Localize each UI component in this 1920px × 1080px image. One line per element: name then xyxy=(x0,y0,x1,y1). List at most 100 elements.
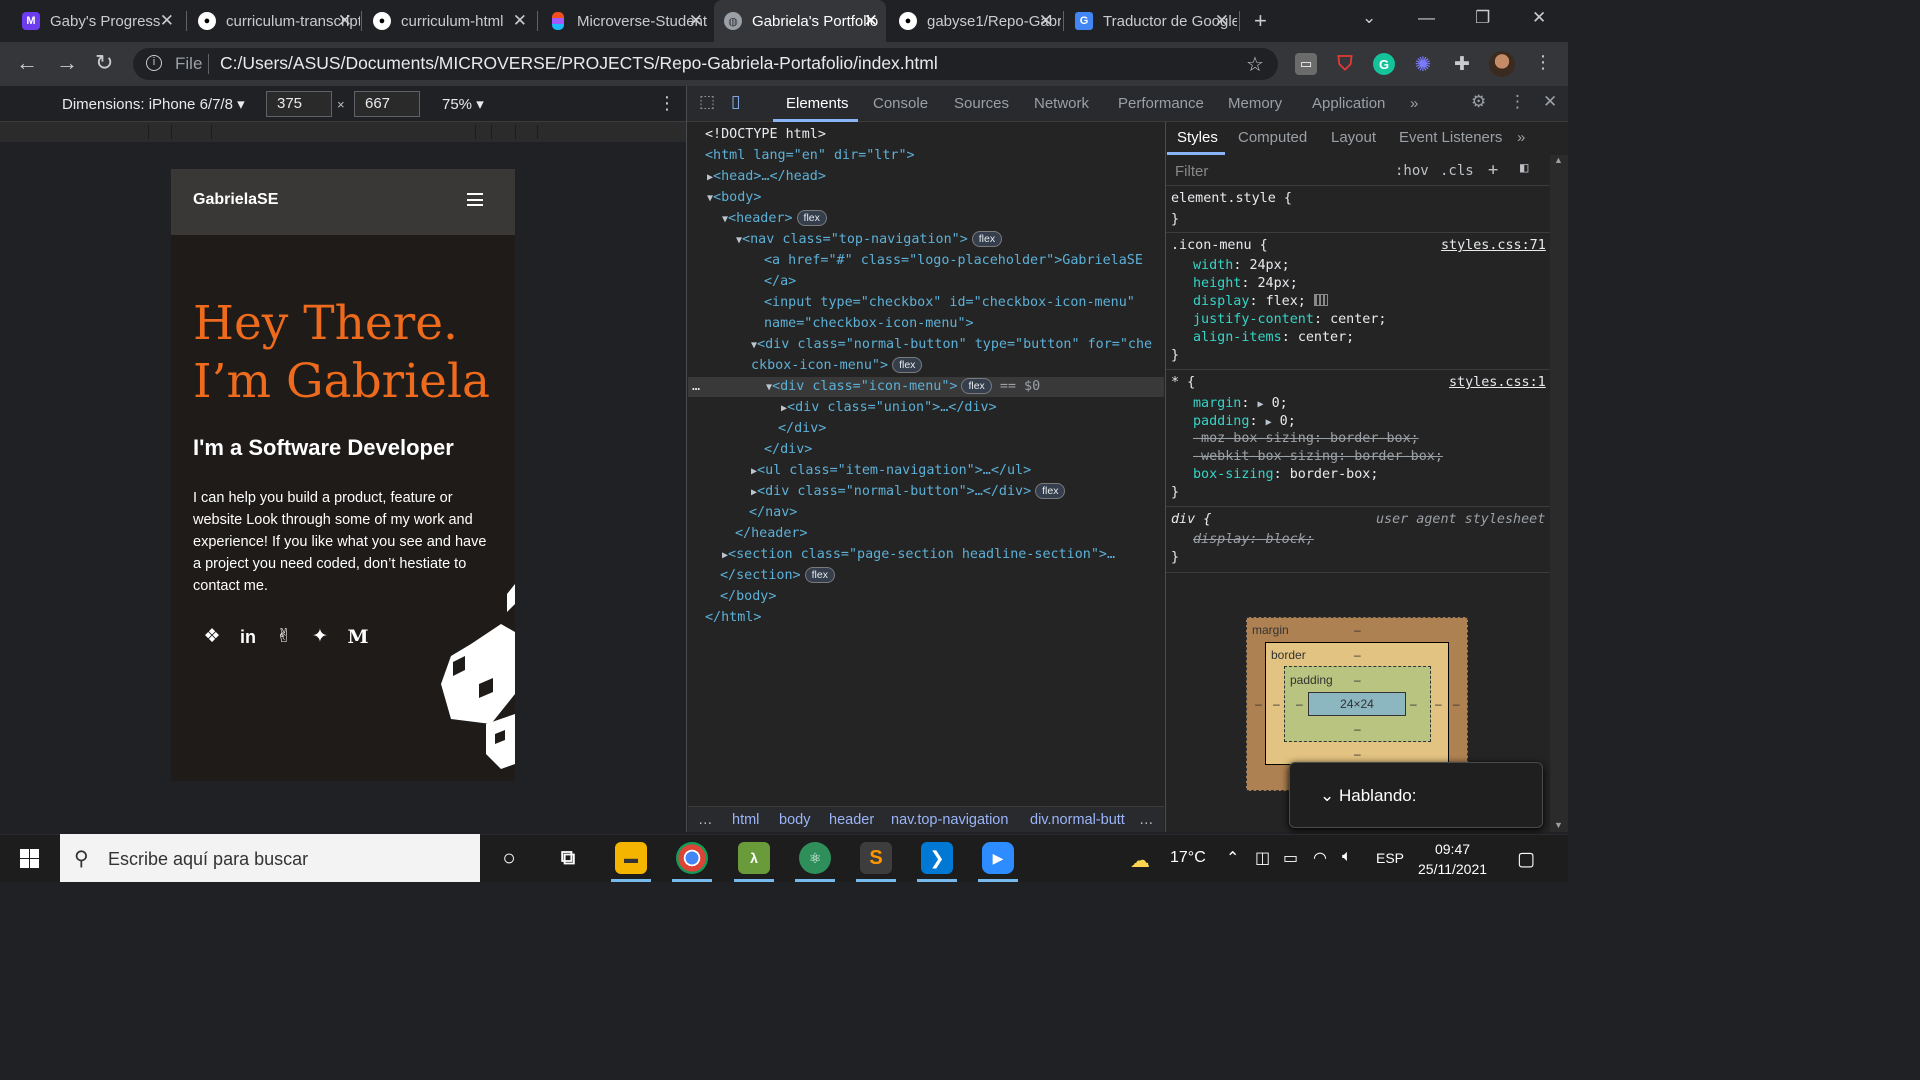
styles-scrollbar[interactable]: ▲ ▼ xyxy=(1550,155,1568,832)
close-tab-icon[interactable]: ✕ xyxy=(513,11,527,31)
dom-node[interactable]: </section> flex xyxy=(720,566,835,586)
browser-tab[interactable]: ● gabyse1/Repo-Gabriela ✕ xyxy=(889,0,1061,42)
chevron-down-icon[interactable]: ⌄ xyxy=(1320,786,1334,805)
browser-tab[interactable]: Microverse-Student ✕ xyxy=(539,0,711,42)
volume-icon[interactable]: 🔈︎ xyxy=(1342,848,1352,866)
border-left-value[interactable]: – xyxy=(1273,697,1280,711)
flex-badge[interactable]: flex xyxy=(804,567,835,583)
dom-node[interactable]: ckbox-icon-menu"> flex xyxy=(751,356,923,376)
grammarly-icon[interactable]: G xyxy=(1373,53,1395,75)
padding-bottom-value[interactable]: – xyxy=(1354,722,1361,736)
dom-node[interactable]: ▼<nav class="top-navigation"> flex xyxy=(736,230,1003,250)
dom-node[interactable]: </a> xyxy=(764,272,796,292)
ellipsis-icon[interactable]: … xyxy=(692,377,700,397)
cls-toggle[interactable]: .cls xyxy=(1440,163,1474,179)
dom-node[interactable]: ▶<section class="page-section headline-s… xyxy=(722,545,1115,565)
zoom-app-icon[interactable]: ▶ xyxy=(982,842,1014,874)
sublime-text-icon[interactable]: S xyxy=(860,842,892,874)
height-input[interactable]: 667 xyxy=(354,91,420,117)
rule-selector[interactable]: .icon-menu { xyxy=(1171,237,1268,255)
new-tab-icon[interactable]: + xyxy=(1254,8,1267,34)
dom-node[interactable]: name="checkbox-icon-menu"> xyxy=(764,314,974,334)
box-model-content[interactable]: 24×24 xyxy=(1308,692,1406,716)
sparkle-extension-icon[interactable]: ✺ xyxy=(1412,53,1434,76)
css-declaration[interactable]: width: 24px; xyxy=(1193,257,1290,275)
close-window-icon[interactable]: ✕ xyxy=(1532,8,1546,28)
medium-icon[interactable]: M xyxy=(347,626,369,648)
url-text[interactable]: C:/Users/ASUS/Documents/MICROVERSE/PROJE… xyxy=(220,53,938,74)
styles-filter-input[interactable] xyxy=(1166,158,1568,186)
dom-node[interactable]: <html lang="en" dir="ltr"> xyxy=(705,146,915,166)
input-language[interactable]: ESP xyxy=(1376,850,1404,866)
overridden-declaration[interactable]: -moz-box-sizing: border-box; xyxy=(1193,430,1419,448)
padding-right-value[interactable]: – xyxy=(1410,697,1417,711)
browser-menu-icon[interactable]: ⋮ xyxy=(1534,52,1552,73)
browser-tab[interactable]: M Gaby's Progress ✕ xyxy=(12,0,182,42)
extensions-puzzle-icon[interactable]: ✚ xyxy=(1451,53,1473,75)
zoom-select[interactable]: 75% ▾ xyxy=(442,95,484,113)
css-declaration[interactable]: display: flex; xyxy=(1193,293,1328,311)
reload-icon[interactable]: ↻ xyxy=(95,50,113,76)
flex-badge[interactable]: flex xyxy=(892,357,923,373)
new-rule-icon[interactable]: + xyxy=(1488,160,1498,180)
shield-extension-icon[interactable]: ⛉ xyxy=(1334,53,1356,75)
rule-source-link[interactable]: styles.css:71 xyxy=(1441,237,1546,255)
overridden-declaration[interactable]: display: block; xyxy=(1193,531,1314,549)
twitter-icon[interactable]: ✦ xyxy=(309,626,331,648)
tab-search-icon[interactable]: ⌄ xyxy=(1362,8,1376,28)
browser-tab[interactable]: G Traductor de Google ✕ xyxy=(1065,0,1237,42)
weather-temperature[interactable]: 17°C xyxy=(1170,849,1206,867)
close-tab-icon[interactable]: ✕ xyxy=(864,11,878,31)
padding-top-value[interactable]: – xyxy=(1354,673,1361,687)
weather-icon[interactable]: ☁ xyxy=(1130,848,1150,873)
meet-now-icon[interactable]: ◫ xyxy=(1255,848,1270,868)
css-declaration[interactable]: align-items: center; xyxy=(1193,329,1354,347)
dom-node[interactable]: <a href="#" class="logo-placeholder">Gab… xyxy=(764,251,1143,271)
dom-node[interactable]: ▶<head>…</head> xyxy=(707,167,826,187)
tab-memory[interactable]: Memory xyxy=(1228,95,1282,112)
inspect-element-icon[interactable]: ⬚ xyxy=(699,92,715,112)
bookmark-star-icon[interactable]: ☆ xyxy=(1246,52,1264,77)
more-tabs-icon[interactable]: » xyxy=(1410,95,1418,112)
rule-source-link[interactable]: styles.css:1 xyxy=(1449,374,1546,392)
expand-arrow-icon[interactable]: ▶ xyxy=(1258,399,1264,410)
tab-performance[interactable]: Performance xyxy=(1118,95,1204,112)
close-tab-icon[interactable]: ✕ xyxy=(1215,11,1229,31)
tab-elements[interactable]: Elements xyxy=(786,95,849,112)
pdf-extension-icon[interactable]: ▭ xyxy=(1295,53,1317,75)
tab-styles[interactable]: Styles xyxy=(1177,129,1218,146)
tab-event-listeners[interactable]: Event Listeners xyxy=(1399,129,1502,146)
dom-node[interactable]: ▶<div class="union">…</div> xyxy=(781,398,997,418)
dom-node[interactable]: ▶<ul class="item-navigation">…</ul> xyxy=(751,461,1031,481)
dom-node[interactable]: </nav> xyxy=(749,503,797,523)
notifications-icon[interactable]: ▢ xyxy=(1517,848,1535,871)
breadcrumb-item[interactable]: html xyxy=(732,812,759,828)
dom-node[interactable]: ▼<header> flex xyxy=(722,209,827,229)
dom-node[interactable]: ▶<div class="normal-button">…</div> flex xyxy=(751,482,1066,502)
css-declaration[interactable]: justify-content: center; xyxy=(1193,311,1387,329)
dom-node[interactable]: <input type="checkbox" id="checkbox-icon… xyxy=(764,293,1135,313)
windows-start-icon[interactable] xyxy=(20,849,39,868)
tab-console[interactable]: Console xyxy=(873,95,928,112)
dom-node-selected[interactable]: … ▼<div class="icon-menu"> flex == $0 xyxy=(688,377,1164,397)
terminal-app-icon[interactable]: λ xyxy=(738,842,770,874)
battery-icon[interactable]: ▭ xyxy=(1283,848,1298,868)
dom-node[interactable]: ▼<body> xyxy=(707,188,761,208)
close-tab-icon[interactable]: ✕ xyxy=(338,11,352,31)
github-icon[interactable]: ❖ xyxy=(201,626,223,648)
breadcrumb-item[interactable]: nav.top-navigation xyxy=(891,812,1008,828)
scroll-down-icon[interactable]: ▼ xyxy=(1554,820,1563,830)
minimize-icon[interactable]: — xyxy=(1418,8,1435,28)
rule-selector[interactable]: * { xyxy=(1171,374,1195,392)
close-tab-icon[interactable]: ✕ xyxy=(160,11,174,31)
margin-left-value[interactable]: – xyxy=(1255,697,1262,711)
border-top-value[interactable]: – xyxy=(1354,648,1361,662)
expand-arrow-icon[interactable]: ▶ xyxy=(1266,417,1272,428)
toggle-sidebar-icon[interactable]: ◧ xyxy=(1520,160,1528,176)
atom-icon[interactable]: ⚛ xyxy=(799,842,831,874)
css-declaration[interactable]: box-sizing: border-box; xyxy=(1193,466,1378,484)
close-tab-icon[interactable]: ✕ xyxy=(1039,11,1053,31)
linkedin-icon[interactable]: in xyxy=(237,626,259,648)
more-tabs-icon[interactable]: » xyxy=(1517,129,1525,146)
profile-avatar[interactable] xyxy=(1489,51,1515,77)
